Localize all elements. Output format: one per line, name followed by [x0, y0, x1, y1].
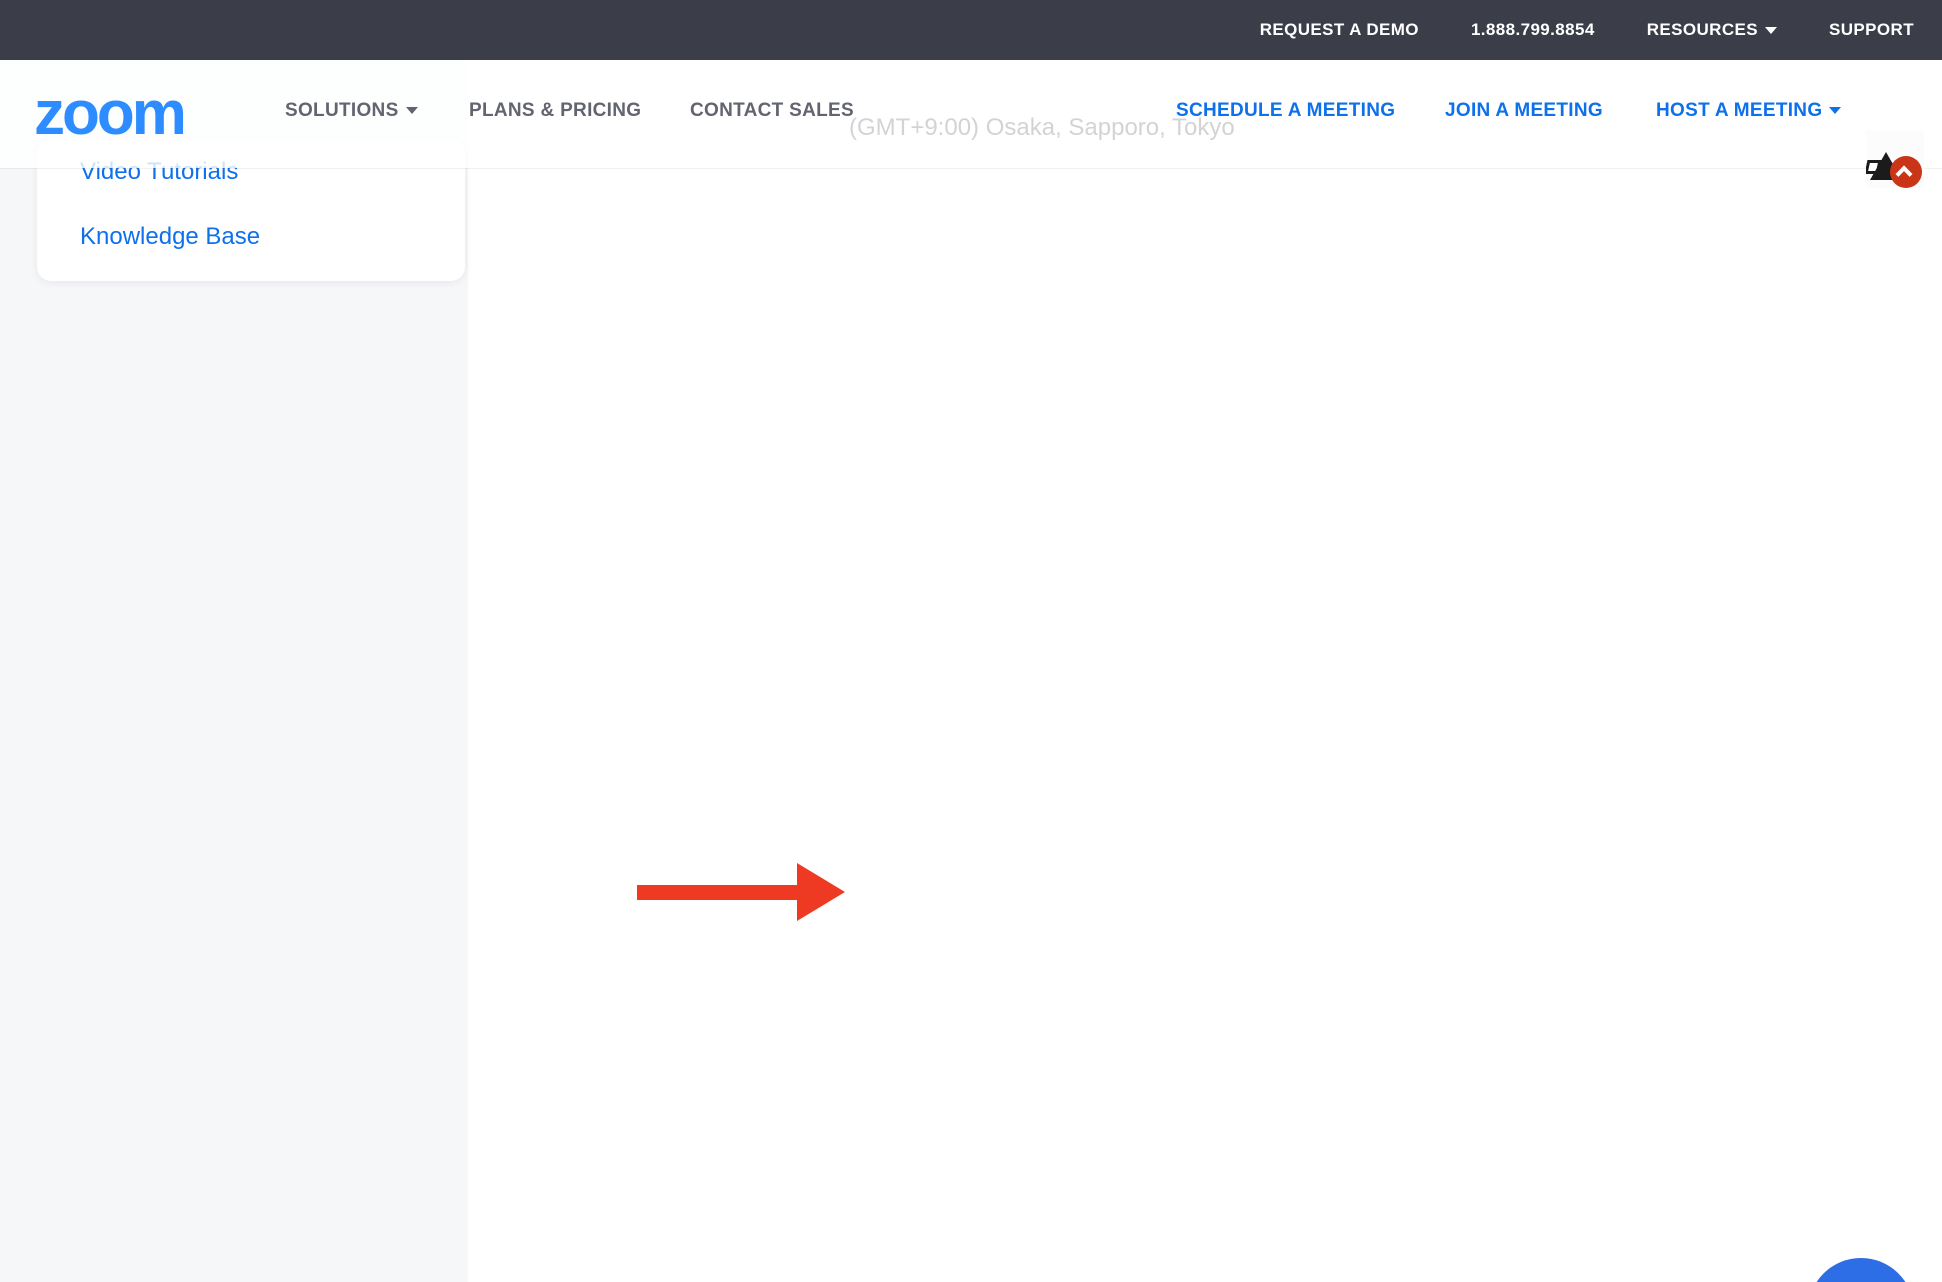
request-demo-link[interactable]: REQUEST A DEMO — [1260, 20, 1419, 40]
resources-menu[interactable]: RESOURCES — [1647, 20, 1777, 40]
nav-join-meeting[interactable]: JOIN A MEETING — [1445, 100, 1603, 122]
nav-plans-pricing[interactable]: PLANS & PRICING — [469, 100, 641, 122]
sidebar-link-knowledge-base[interactable]: Knowledge Base — [80, 223, 260, 251]
support-link[interactable]: SUPPORT — [1829, 20, 1914, 40]
site-header: zoom SOLUTIONS PLANS & PRICING CONTACT S… — [0, 60, 1942, 168]
resources-menu-label: RESOURCES — [1647, 20, 1758, 39]
nav-host-meeting[interactable]: HOST A MEETING — [1656, 100, 1841, 122]
nav-schedule-meeting[interactable]: SCHEDULE A MEETING — [1176, 100, 1395, 122]
user-avatar[interactable] — [1866, 130, 1924, 188]
main-content-area — [468, 0, 1942, 1282]
nav-host-meeting-label: HOST A MEETING — [1656, 100, 1822, 121]
chevron-down-icon — [1829, 107, 1841, 114]
red-arrow-head — [797, 863, 845, 921]
red-arrow-annotation — [637, 863, 847, 921]
nav-solutions-label: SOLUTIONS — [285, 100, 399, 121]
top-utility-bar: REQUEST A DEMO 1.888.799.8854 RESOURCES … — [0, 0, 1942, 60]
phone-number[interactable]: 1.888.799.8854 — [1471, 20, 1595, 40]
zoom-logo[interactable]: zoom — [34, 78, 184, 149]
chevron-down-icon — [1765, 27, 1777, 34]
red-arrow-shaft — [637, 885, 799, 900]
chevron-down-icon — [406, 107, 418, 114]
nav-solutions[interactable]: SOLUTIONS — [285, 100, 418, 122]
nav-contact-sales[interactable]: CONTACT SALES — [690, 100, 854, 122]
